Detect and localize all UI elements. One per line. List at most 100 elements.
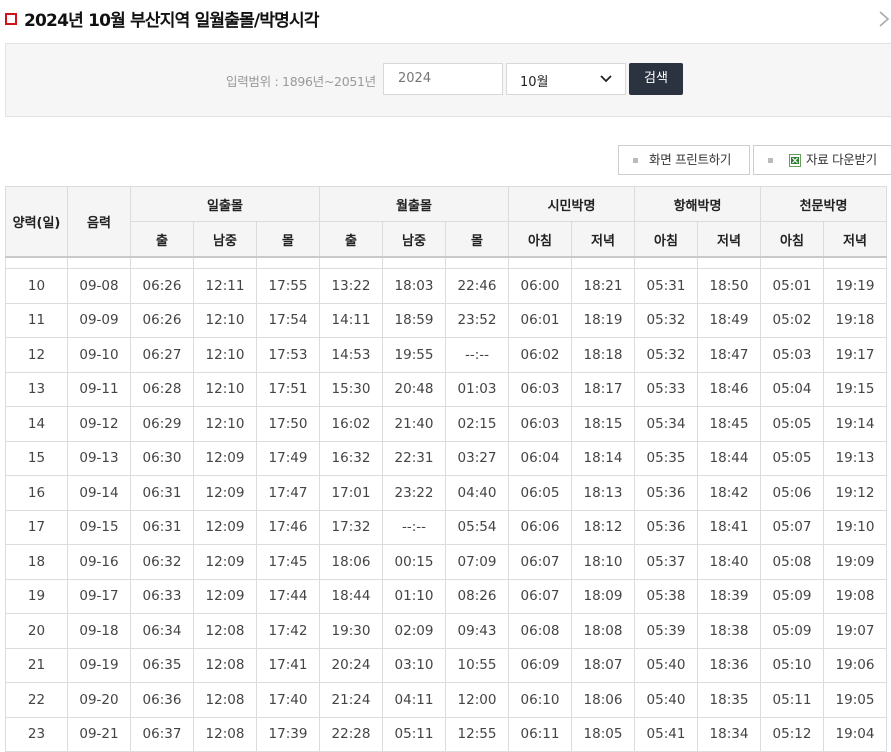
title-bar: 2024년 10월 부산지역 일월출몰/박명시각 — [0, 0, 891, 40]
table-cell: 06:28 — [130, 371, 194, 407]
table-cell: 17:47 — [256, 475, 320, 511]
spacer-cell — [67, 256, 131, 269]
table-cell: 17:51 — [256, 371, 320, 407]
table-cell: 18:09 — [571, 578, 635, 614]
table-cell: 06:10 — [508, 682, 572, 718]
search-button[interactable]: 검색 — [629, 63, 683, 95]
table-cell: 12 — [5, 337, 68, 373]
table-cell: 18:41 — [697, 509, 761, 545]
riseset-table: 양력(일) 음력 일출몰 월출몰 시민박명 항해박명 천문박명 출 남중 몰 출… — [5, 186, 887, 752]
table-cell: 05:02 — [760, 302, 824, 338]
table-cell: 06:35 — [130, 647, 194, 683]
table-cell: 05:35 — [634, 440, 698, 476]
table-cell: 18:08 — [571, 613, 635, 649]
table-cell: 16:02 — [319, 406, 383, 442]
table-cell: 19:19 — [823, 268, 887, 304]
table-cell: 18:42 — [697, 475, 761, 511]
spacer-cell — [256, 256, 320, 269]
table-cell: 06:27 — [130, 337, 194, 373]
table-cell: 13 — [5, 371, 68, 407]
table-cell: 23 — [5, 716, 68, 752]
table-cell: 09-21 — [67, 716, 131, 752]
table-cell: 17 — [5, 509, 68, 545]
table-row: 12 09-10 06:27 12:10 17:53 14:53 19:55 --:-- 06:… — [5, 337, 887, 373]
input-range-label: 입력범위 : 1896년~2051년 — [226, 74, 376, 89]
table-cell: 05:05 — [760, 440, 824, 476]
table-cell: 12:11 — [193, 268, 257, 304]
header-nautical-morning: 아침 — [634, 221, 698, 258]
search-panel: 입력범위 : 1896년~2051년 2024 10월 검색 — [5, 43, 891, 117]
header-sun-set: 몰 — [256, 221, 320, 258]
table-cell: 09-10 — [67, 337, 131, 373]
header-civil-evening: 저녁 — [571, 221, 635, 258]
header-nautical-twilight: 항해박명 — [634, 186, 761, 222]
table-cell: --:-- — [382, 509, 446, 545]
header-moon: 월출몰 — [319, 186, 509, 222]
table-cell: 18:14 — [571, 440, 635, 476]
table-cell: 22:28 — [319, 716, 383, 752]
table-cell: 12:09 — [193, 440, 257, 476]
table-cell: 05:38 — [634, 578, 698, 614]
header-sun: 일출몰 — [130, 186, 320, 222]
table-cell: 09-14 — [67, 475, 131, 511]
table-cell: 19:12 — [823, 475, 887, 511]
table-cell: 00:15 — [382, 544, 446, 580]
table-cell: 18:38 — [697, 613, 761, 649]
download-button[interactable]: 자료 다운받기 — [753, 145, 891, 175]
close-icon[interactable] — [879, 8, 891, 28]
spacer-cell — [571, 256, 635, 269]
table-cell: 18:35 — [697, 682, 761, 718]
header-astronomical-twilight: 천문박명 — [760, 186, 887, 222]
table-cell: 11 — [5, 302, 68, 338]
table-cell: 16 — [5, 475, 68, 511]
table-cell: 02:09 — [382, 613, 446, 649]
year-input[interactable]: 2024 — [383, 63, 503, 95]
table-cell: 18:36 — [697, 647, 761, 683]
table-cell: 21 — [5, 647, 68, 683]
spacer-cell — [760, 256, 824, 269]
table-cell: 01:03 — [445, 371, 509, 407]
table-row: 22 09-20 06:36 12:08 17:40 21:24 04:11 12:00 06:… — [5, 682, 887, 718]
table-cell: 09-17 — [67, 578, 131, 614]
table-cell: 09-09 — [67, 302, 131, 338]
table-cell: 18:44 — [319, 578, 383, 614]
table-cell: 05:12 — [760, 716, 824, 752]
table-cell: 06:34 — [130, 613, 194, 649]
table-cell: 18:10 — [571, 544, 635, 580]
table-cell: 05:05 — [760, 406, 824, 442]
spacer-cell — [508, 256, 572, 269]
print-button[interactable]: 화면 프린트하기 — [618, 145, 750, 175]
spacer-cell — [130, 256, 194, 269]
table-cell: 22:31 — [382, 440, 446, 476]
table-cell: 06:00 — [508, 268, 572, 304]
table-cell: 18:18 — [571, 337, 635, 373]
table-cell: 04:11 — [382, 682, 446, 718]
table-cell: 12:08 — [193, 716, 257, 752]
chevron-down-icon — [600, 75, 612, 83]
download-button-label: 자료 다운받기 — [806, 152, 877, 167]
table-cell: 15 — [5, 440, 68, 476]
table-cell: 15:30 — [319, 371, 383, 407]
header-civil-morning: 아침 — [508, 221, 572, 258]
spacer-cell — [382, 256, 446, 269]
table-body: 10 09-08 06:26 12:11 17:55 13:22 18:03 22:46 06:… — [5, 256, 887, 752]
table-cell: 23:52 — [445, 302, 509, 338]
spacer-cell — [445, 256, 509, 269]
table-cell: 18:45 — [697, 406, 761, 442]
table-cell: 19:07 — [823, 613, 887, 649]
table-cell: 05:36 — [634, 509, 698, 545]
table-row: 18 09-16 06:32 12:09 17:45 18:06 00:15 07:09 06:… — [5, 544, 887, 580]
page-title: 2024년 10월 부산지역 일월출몰/박명시각 — [24, 11, 320, 31]
table-cell: 19:17 — [823, 337, 887, 373]
table-cell: 06:32 — [130, 544, 194, 580]
table-cell: 19:06 — [823, 647, 887, 683]
table-cell: 20:48 — [382, 371, 446, 407]
table-cell: 17:39 — [256, 716, 320, 752]
header-astro-evening: 저녁 — [823, 221, 887, 258]
month-select[interactable]: 10월 — [506, 63, 626, 95]
table-cell: 18:12 — [571, 509, 635, 545]
table-cell: 12:09 — [193, 578, 257, 614]
table-cell: 06:11 — [508, 716, 572, 752]
table-cell: 12:10 — [193, 406, 257, 442]
table-cell: 09-19 — [67, 647, 131, 683]
